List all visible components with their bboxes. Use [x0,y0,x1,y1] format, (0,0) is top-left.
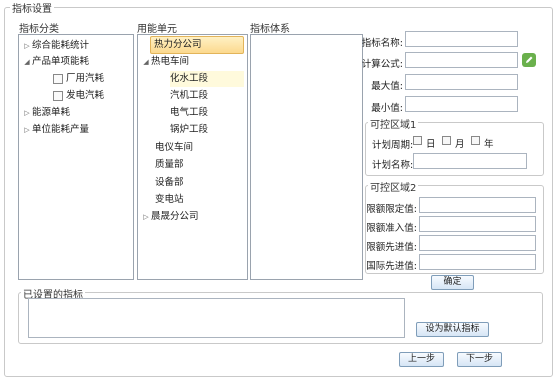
tree-item-unit[interactable]: 热力分公司 [150,36,244,54]
indicator-system-list[interactable] [250,34,363,280]
min-value-label: 最小值: [371,103,403,114]
tree-item-label: 变电站 [155,194,184,205]
tree-item-unit[interactable]: 锅炉工段 [170,122,208,138]
expand-arrow-icon[interactable]: ▷ [22,38,32,54]
category-tree[interactable]: ▷ 综合能耗统计 ◢ 产品单项能耗 厂用汽耗 发电汽耗 ▷ 能源单耗 ▷ 单位能耗产量 [18,34,134,280]
max-value-input[interactable] [405,74,518,90]
period-month-checkbox[interactable] [442,136,451,145]
unit-header: 用能单元 [137,24,177,35]
tree-item-label: 设备部 [155,177,184,188]
quota-advanced-label: 限额先进值: [366,242,417,253]
quota-limit-label: 限额限定值: [366,204,417,215]
expand-arrow-icon[interactable]: ▷ [141,209,151,225]
quota-entry-input[interactable] [419,216,536,232]
confirm-button[interactable]: 确定 [431,275,474,290]
tree-item-label: 晨晟分公司 [151,211,199,222]
period-day-label: 日 [426,139,436,150]
tree-item-label: 发电汽耗 [66,90,105,101]
tree-item-unit[interactable]: ◢ 热电车间 [141,54,189,70]
tree-item-category[interactable]: ▷ 单位能耗产量 [22,122,89,138]
tree-item-category[interactable]: 发电汽耗 [53,88,104,104]
tree-item-label: 汽机工段 [170,90,209,101]
period-year-label: 年 [484,139,494,150]
edit-formula-icon[interactable] [522,53,536,67]
international-advanced-input[interactable] [419,254,536,270]
quota-entry-label: 限额准入值: [366,223,417,234]
tree-item-label: 电气工段 [170,107,209,118]
max-value-label: 最大值: [371,81,403,92]
period-month-label: 月 [455,139,465,150]
period-year-checkbox[interactable] [471,136,480,145]
indicator-name-input[interactable] [405,31,518,47]
tree-item-category[interactable]: ▷ 能源单耗 [22,105,70,121]
tree-item-unit[interactable]: 电仪车间 [155,140,193,156]
tree-item-unit[interactable]: ▷ 晨晟分公司 [141,209,199,225]
formula-label: 计算公式: [361,59,403,70]
min-value-input[interactable] [405,96,518,112]
tree-item-label: 热电车间 [151,56,190,67]
tree-item-label: 电仪车间 [155,142,194,153]
plan-period-label: 计划周期: [372,140,414,151]
plan-name-input[interactable] [413,153,527,169]
tree-item-label: 产品单项能耗 [32,56,90,67]
control-region-2-title: 可控区域2 [368,179,419,194]
indicator-settings-window: 指标设置 指标分类 用能单元 指标体系 ▷ 综合能耗统计 ◢ 产品单项能耗 厂用汽耗… [0,0,556,381]
tree-item-unit[interactable]: 设备部 [155,175,184,191]
tree-item-label: 质量部 [155,159,184,170]
collapse-arrow-icon[interactable]: ◢ [22,54,32,70]
collapse-arrow-icon[interactable]: ◢ [141,54,151,70]
tree-item-category[interactable]: 厂用汽耗 [53,71,104,87]
next-step-button[interactable]: 下一步 [457,352,502,367]
quota-limit-input[interactable] [419,197,536,213]
previous-step-button[interactable]: 上一步 [399,352,444,367]
tree-item-category[interactable]: ▷ 综合能耗统计 [22,38,89,54]
tree-item-label: 厂用汽耗 [66,73,105,84]
tree-item-category[interactable]: ◢ 产品单项能耗 [22,54,89,70]
quota-advanced-input[interactable] [419,235,536,251]
tree-item-label: 能源单耗 [32,107,71,118]
checkbox[interactable] [53,73,63,84]
tree-item-label: 综合能耗统计 [32,40,90,51]
expand-arrow-icon[interactable]: ▷ [22,105,32,121]
international-advanced-label: 国际先进值: [366,261,417,272]
tree-item-label: 化水工段 [170,73,209,84]
tree-item-unit[interactable]: 化水工段 [170,71,244,87]
tree-item-unit[interactable]: 质量部 [155,157,184,173]
control-region-1-title: 可控区域1 [368,116,419,131]
tree-item-unit[interactable]: 电气工段 [170,105,208,121]
unit-tree[interactable]: 热力分公司 ◢ 热电车间 化水工段 汽机工段 电气工段 锅炉工段 电仪车间 质量部… [137,34,248,280]
checkbox[interactable] [53,90,63,101]
tree-item-label: 单位能耗产量 [32,124,90,135]
window-title: 指标设置 [10,0,54,15]
plan-name-label: 计划名称: [372,160,414,171]
indicator-name-label: 指标名称: [361,38,403,49]
set-default-button[interactable]: 设为默认指标 [416,322,489,337]
system-header: 指标体系 [250,24,290,35]
tree-item-label: 热力分公司 [150,36,244,54]
formula-input[interactable] [405,52,518,68]
tree-item-unit[interactable]: 变电站 [155,192,184,208]
expand-arrow-icon[interactable]: ▷ [22,122,32,138]
period-day-checkbox[interactable] [413,136,422,145]
configured-indicators-list[interactable] [28,298,405,338]
tree-item-unit[interactable]: 汽机工段 [170,88,208,104]
tree-item-label: 锅炉工段 [170,124,209,135]
category-header: 指标分类 [19,24,59,35]
